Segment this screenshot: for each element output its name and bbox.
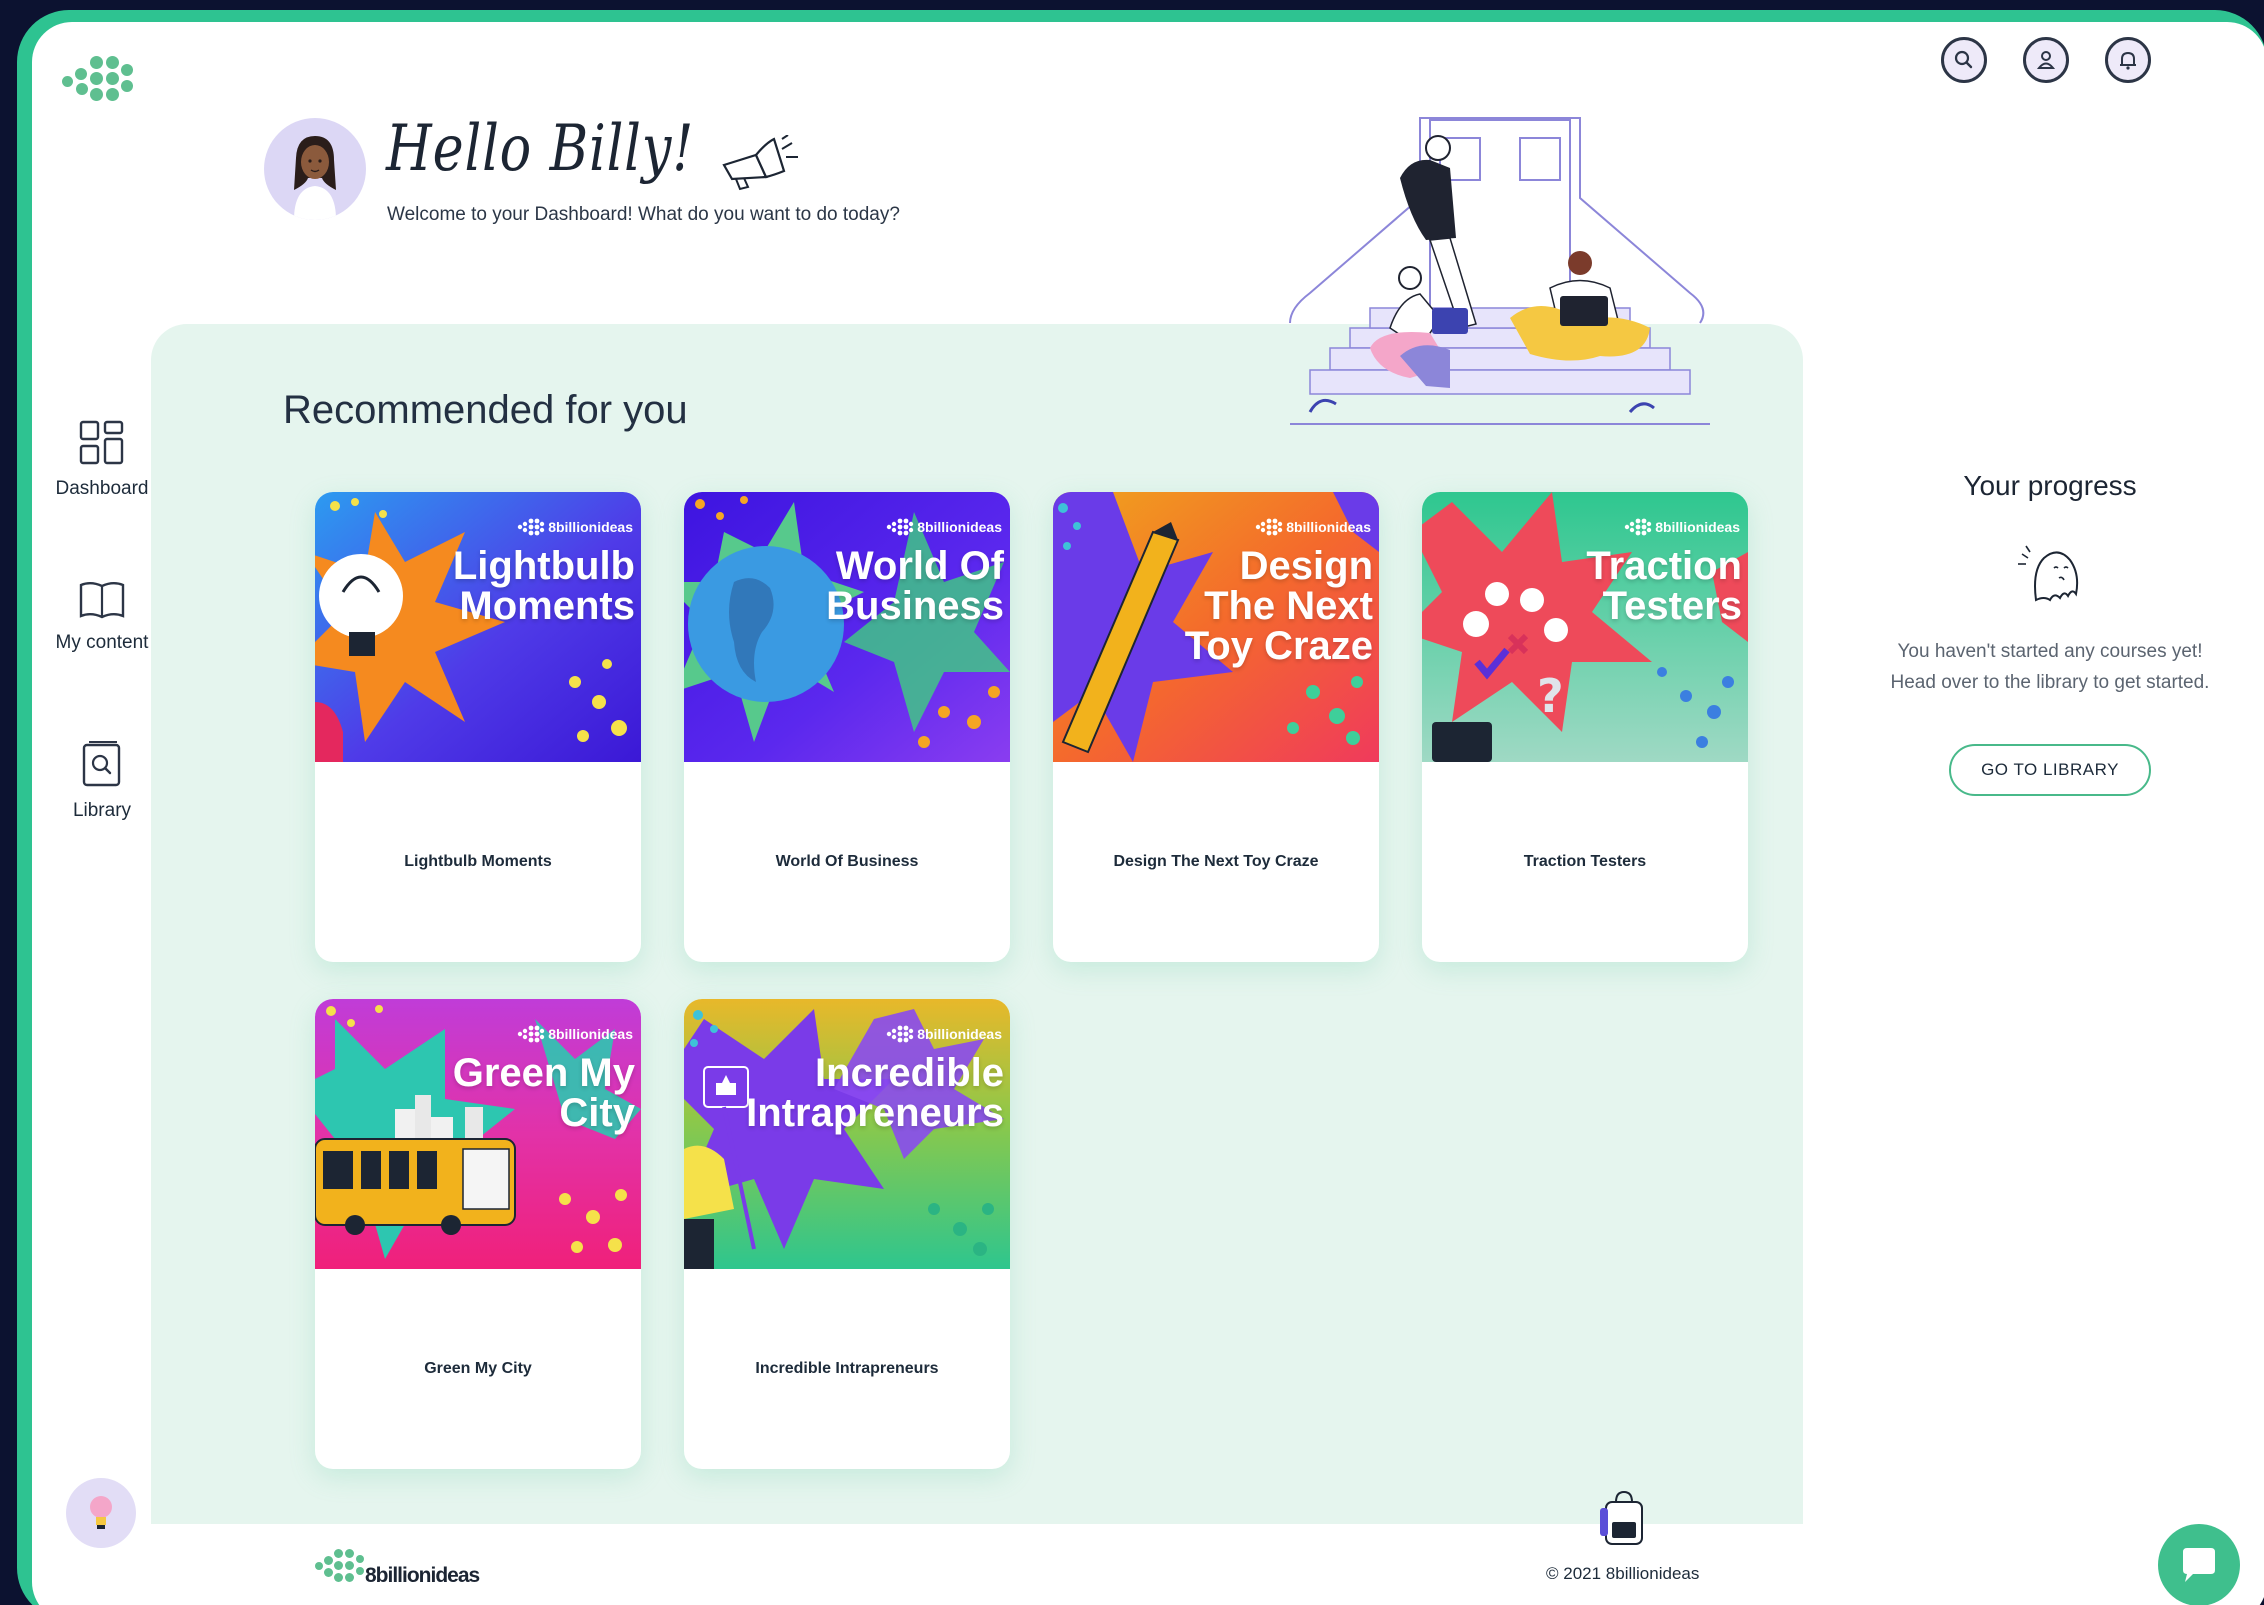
go-to-library-button[interactable]: GO TO LIBRARY — [1949, 744, 2151, 796]
course-card-design-the-next-toy-craze[interactable]: 8billionideas Design The Next Toy Craze … — [1053, 492, 1379, 962]
lightbulb-icon — [90, 1496, 112, 1529]
brand-logo: 8billionideas — [886, 1025, 1002, 1043]
megaphone-icon — [722, 135, 798, 191]
course-headline: Incredible Intrapreneurs — [746, 1051, 1004, 1135]
app-logo[interactable] — [62, 54, 133, 106]
library-search-icon — [82, 741, 121, 787]
course-card-traction-testers[interactable]: ? 8billionideas Traction Testers Tractio… — [1422, 492, 1748, 962]
course-title: Incredible Intrapreneurs — [755, 1360, 939, 1377]
course-cover: 8billionideas World Of Business — [684, 492, 1010, 762]
course-card-incredible-intrapreneurs[interactable]: 8billionideas Incredible Intrapreneurs I… — [684, 999, 1010, 1469]
brand-dots-icon — [886, 518, 914, 536]
search-icon[interactable] — [1941, 37, 1987, 83]
greeting-title: Hello Billy! — [386, 112, 695, 186]
course-headline: Green My City — [452, 1051, 635, 1135]
course-headline: Traction Testers — [1586, 544, 1742, 628]
chat-icon — [2183, 1548, 2215, 1582]
backpack-icon — [1600, 1490, 1643, 1545]
course-title: Lightbulb Moments — [404, 853, 552, 870]
course-title: Green My City — [424, 1360, 532, 1377]
course-title: Traction Testers — [1523, 853, 1647, 870]
open-book-icon — [79, 582, 125, 619]
avatar[interactable] — [264, 118, 366, 220]
chat-button[interactable] — [2158, 1524, 2240, 1605]
sidebar-item-label: Dashboard — [55, 478, 149, 499]
brand-dots-icon — [517, 1025, 545, 1043]
header-actions — [1941, 37, 2151, 83]
course-cover: 8billionideas Design The Next Toy Craze — [1053, 492, 1379, 762]
course-headline: Lightbulb Moments — [452, 544, 635, 628]
course-headline: Design The Next Toy Craze — [1184, 544, 1373, 668]
brand-dots-icon — [886, 1025, 914, 1043]
recommended-title: Recommended for you — [283, 388, 688, 432]
sidebar-item-label: Library — [72, 800, 132, 821]
sidebar-item-label: My content — [55, 632, 149, 653]
progress-message: You haven't started any courses yet! Hea… — [1890, 641, 2210, 693]
brand-dots-icon — [1255, 518, 1283, 536]
course-cover: 8billionideas Green My City — [315, 999, 641, 1269]
user-icon[interactable] — [2023, 37, 2069, 83]
course-card-world-of-business[interactable]: 8billionideas World Of Business World Of… — [684, 492, 1010, 962]
brand-dots-icon — [1624, 518, 1652, 536]
course-cover: 8billionideas Lightbulb Moments — [315, 492, 641, 762]
brand-logo: 8billionideas — [886, 518, 1002, 536]
brand-logo: 8billionideas — [517, 1025, 633, 1043]
bell-icon[interactable] — [2105, 37, 2151, 83]
course-title: World Of Business — [775, 853, 919, 870]
course-title: Design The Next Toy Craze — [1113, 853, 1319, 870]
brand-dots-icon — [517, 518, 545, 536]
course-headline: World Of Business — [826, 544, 1004, 628]
course-card-lightbulb-moments[interactable]: 8billionideas Lightbulb Moments Lightbul… — [315, 492, 641, 962]
progress-title: Your progress — [1963, 470, 2137, 501]
course-card-green-my-city[interactable]: 8billionideas Green My City Green My Cit… — [315, 999, 641, 1469]
progress-panel: Your progress You haven't started any co… — [1860, 470, 2240, 796]
footer-brand: 8billionideas — [365, 1564, 480, 1587]
footer-dots-icon — [315, 1547, 365, 1583]
course-cover: 8billionideas Incredible Intrapreneurs — [684, 999, 1010, 1269]
ghost-icon — [2018, 545, 2079, 602]
dashboard-grid-icon — [79, 420, 124, 465]
footer-copyright: © 2021 8billionideas — [1546, 1564, 1700, 1583]
brand-logo: 8billionideas — [1624, 518, 1740, 536]
svg-text:?: ? — [1537, 669, 1564, 723]
idea-bulb-button[interactable] — [66, 1478, 136, 1548]
greeting-subtitle: Welcome to your Dashboard! What do you w… — [387, 204, 900, 225]
brand-logo: 8billionideas — [1255, 518, 1371, 536]
brand-logo: 8billionideas — [517, 518, 633, 536]
course-cover: ? 8billionideas Traction Testers — [1422, 492, 1748, 762]
students-illustration — [1289, 117, 1710, 425]
